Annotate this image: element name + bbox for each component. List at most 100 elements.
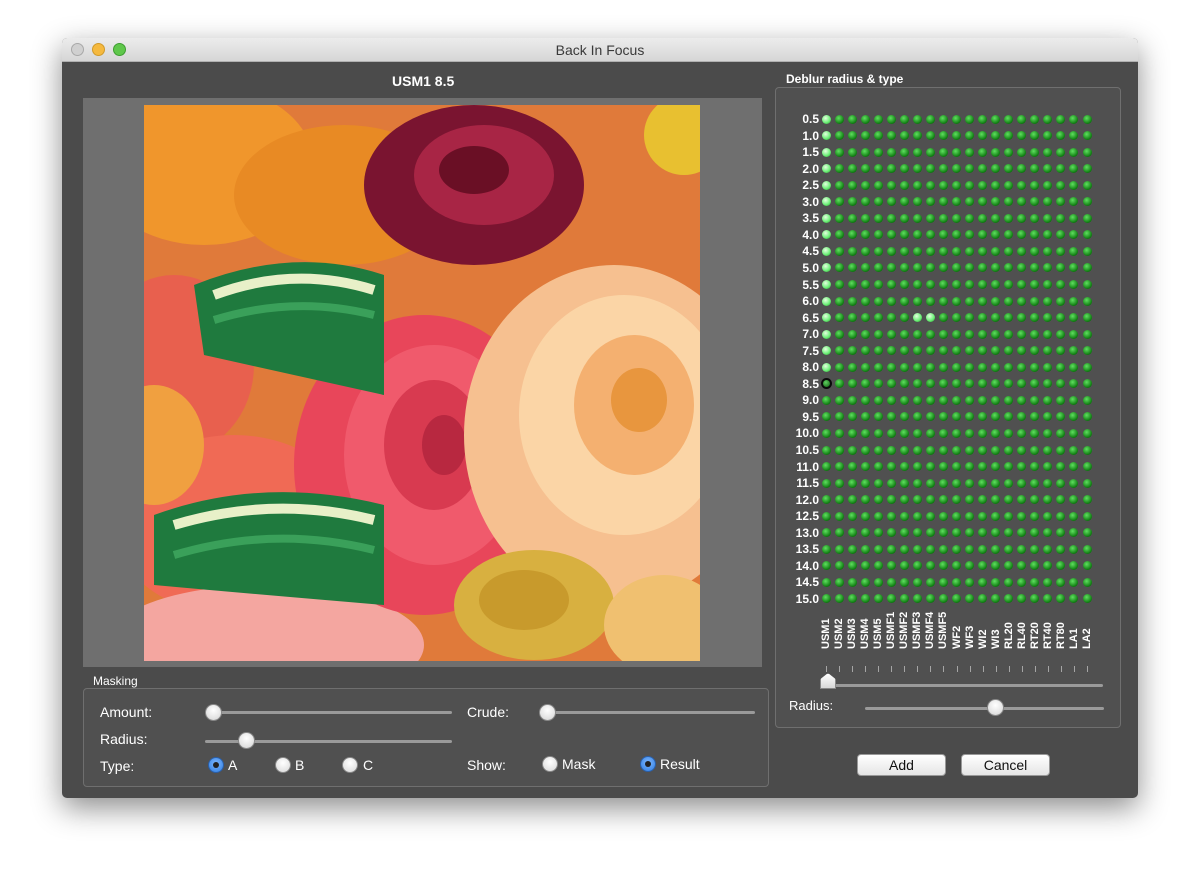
deblur-cell-rt20-13.0[interactable] [1030,528,1040,538]
deblur-cell-wi2-15.0[interactable] [978,594,988,604]
deblur-cell-usm5-7.0[interactable] [873,329,883,339]
deblur-cell-wi2-5.0[interactable] [978,263,988,273]
deblur-cell-wi3-15.0[interactable] [991,594,1001,604]
deblur-cell-usmf2-1.0[interactable] [899,131,909,141]
deblur-cell-la2-9.5[interactable] [1082,412,1092,422]
deblur-cell-rt40-3.5[interactable] [1043,213,1053,223]
deblur-cell-usmf5-8.5[interactable] [938,379,948,389]
deblur-cell-usmf2-8.5[interactable] [899,379,909,389]
deblur-cell-wi3-7.0[interactable] [991,329,1001,339]
show-mask-radio[interactable] [542,756,558,772]
deblur-cell-rt40-14.5[interactable] [1043,577,1053,587]
deblur-cell-usmf3-2.5[interactable] [912,180,922,190]
deblur-cell-usm5-13.5[interactable] [873,544,883,554]
deblur-cell-usmf1-0.5[interactable] [886,114,896,124]
deblur-cell-usmf2-9.5[interactable] [899,412,909,422]
deblur-cell-rt40-6.5[interactable] [1043,313,1053,323]
deblur-cell-rt80-1.0[interactable] [1056,131,1066,141]
deblur-cell-usmf5-6.5[interactable] [938,313,948,323]
deblur-cell-usmf1-7.0[interactable] [886,329,896,339]
deblur-cell-usmf2-6.5[interactable] [899,313,909,323]
deblur-cell-usm3-4.5[interactable] [847,246,857,256]
deblur-cell-wf2-7.5[interactable] [952,346,961,356]
deblur-cell-rl20-4.0[interactable] [1004,230,1014,240]
deblur-cell-wf3-3.0[interactable] [965,197,975,207]
deblur-cell-usmf3-9.0[interactable] [912,395,922,405]
deblur-cell-wi2-6.0[interactable] [978,296,988,306]
deblur-cell-usmf4-3.5[interactable] [925,213,935,223]
deblur-cell-usm1-2.0[interactable] [821,164,831,174]
deblur-cell-rt80-12.5[interactable] [1056,511,1066,521]
deblur-cell-rl20-1.0[interactable] [1004,131,1014,141]
deblur-cell-usm3-8.0[interactable] [847,362,857,372]
deblur-cell-wf2-6.0[interactable] [952,296,961,306]
type-slider[interactable] [820,673,836,689]
deblur-cell-la1-4.5[interactable] [1069,246,1079,256]
deblur-cell-usm1-9.0[interactable] [821,395,831,405]
deblur-cell-rt40-14.0[interactable] [1043,561,1053,571]
deblur-cell-usmf3-8.5[interactable] [912,379,922,389]
deblur-cell-usmf5-3.5[interactable] [938,213,948,223]
deblur-cell-la1-9.5[interactable] [1069,412,1079,422]
deblur-cell-wi3-11.5[interactable] [991,478,1001,488]
deblur-cell-wi3-13.5[interactable] [991,544,1001,554]
deblur-cell-rt80-4.0[interactable] [1056,230,1066,240]
deblur-cell-rl20-6.5[interactable] [1004,313,1014,323]
deblur-cell-usmf1-6.0[interactable] [886,296,896,306]
deblur-cell-usm3-6.5[interactable] [847,313,857,323]
deblur-cell-usm4-2.5[interactable] [860,180,870,190]
deblur-cell-rt80-14.5[interactable] [1056,577,1066,587]
deblur-cell-usm5-1.0[interactable] [873,131,883,141]
deblur-cell-wi3-3.0[interactable] [991,197,1001,207]
deblur-cell-usmf1-4.5[interactable] [886,246,896,256]
deblur-cell-usm3-12.0[interactable] [847,495,857,505]
deblur-cell-usm2-9.5[interactable] [834,412,844,422]
deblur-cell-usmf3-14.5[interactable] [912,577,922,587]
deblur-cell-rt40-4.5[interactable] [1043,246,1053,256]
deblur-cell-rt80-3.0[interactable] [1056,197,1066,207]
deblur-cell-usmf5-2.0[interactable] [938,164,948,174]
deblur-cell-usmf4-14.0[interactable] [925,561,935,571]
deblur-cell-usm3-5.5[interactable] [847,280,857,289]
deblur-cell-usmf1-2.0[interactable] [886,164,896,174]
deblur-cell-usm1-14.0[interactable] [821,561,831,571]
deblur-cell-usm4-14.5[interactable] [860,577,870,587]
deblur-cell-la2-12.5[interactable] [1082,511,1092,521]
deblur-cell-rl20-3.0[interactable] [1004,197,1014,207]
deblur-cell-usmf1-1.5[interactable] [886,147,896,157]
deblur-cell-la1-11.5[interactable] [1069,478,1079,488]
deblur-cell-rt20-11.5[interactable] [1030,478,1040,488]
deblur-cell-usm5-11.0[interactable] [873,462,883,472]
deblur-cell-usm2-7.0[interactable] [834,329,844,339]
deblur-cell-usm5-2.0[interactable] [873,164,883,174]
deblur-cell-rt80-7.5[interactable] [1056,346,1066,356]
deblur-cell-wi2-14.0[interactable] [978,561,988,571]
deblur-cell-usmf2-1.5[interactable] [899,147,909,157]
deblur-cell-rt40-13.5[interactable] [1043,544,1053,554]
deblur-cell-usmf1-7.5[interactable] [886,346,896,356]
deblur-cell-la2-5.5[interactable] [1082,280,1092,289]
deblur-cell-usm3-13.0[interactable] [847,528,857,538]
deblur-cell-usm5-10.0[interactable] [873,428,883,438]
deblur-cell-usmf4-10.0[interactable] [925,428,935,438]
deblur-cell-la1-8.5[interactable] [1069,379,1079,389]
deblur-cell-usm2-6.5[interactable] [834,313,844,323]
deblur-cell-rt20-7.0[interactable] [1030,329,1040,339]
deblur-cell-wf2-14.0[interactable] [952,561,961,571]
deblur-cell-rt40-7.5[interactable] [1043,346,1053,356]
deblur-cell-usmf3-13.5[interactable] [912,544,922,554]
deblur-cell-usmf3-1.5[interactable] [912,147,922,157]
deblur-cell-rt40-7.0[interactable] [1043,329,1053,339]
deblur-cell-wi2-0.5[interactable] [978,114,988,124]
deblur-cell-usmf3-7.5[interactable] [912,346,922,356]
deblur-cell-usm3-2.0[interactable] [847,164,857,174]
deblur-cell-usmf5-13.5[interactable] [938,544,948,554]
deblur-cell-wf3-15.0[interactable] [965,594,975,604]
deblur-cell-la2-3.5[interactable] [1082,213,1092,223]
deblur-cell-rt40-12.0[interactable] [1043,495,1053,505]
deblur-cell-rt80-8.5[interactable] [1056,379,1066,389]
deblur-cell-rt40-13.0[interactable] [1043,528,1053,538]
deblur-cell-usm5-4.5[interactable] [873,246,883,256]
deblur-cell-rl40-0.5[interactable] [1017,114,1027,124]
deblur-cell-usmf4-2.0[interactable] [925,164,935,174]
